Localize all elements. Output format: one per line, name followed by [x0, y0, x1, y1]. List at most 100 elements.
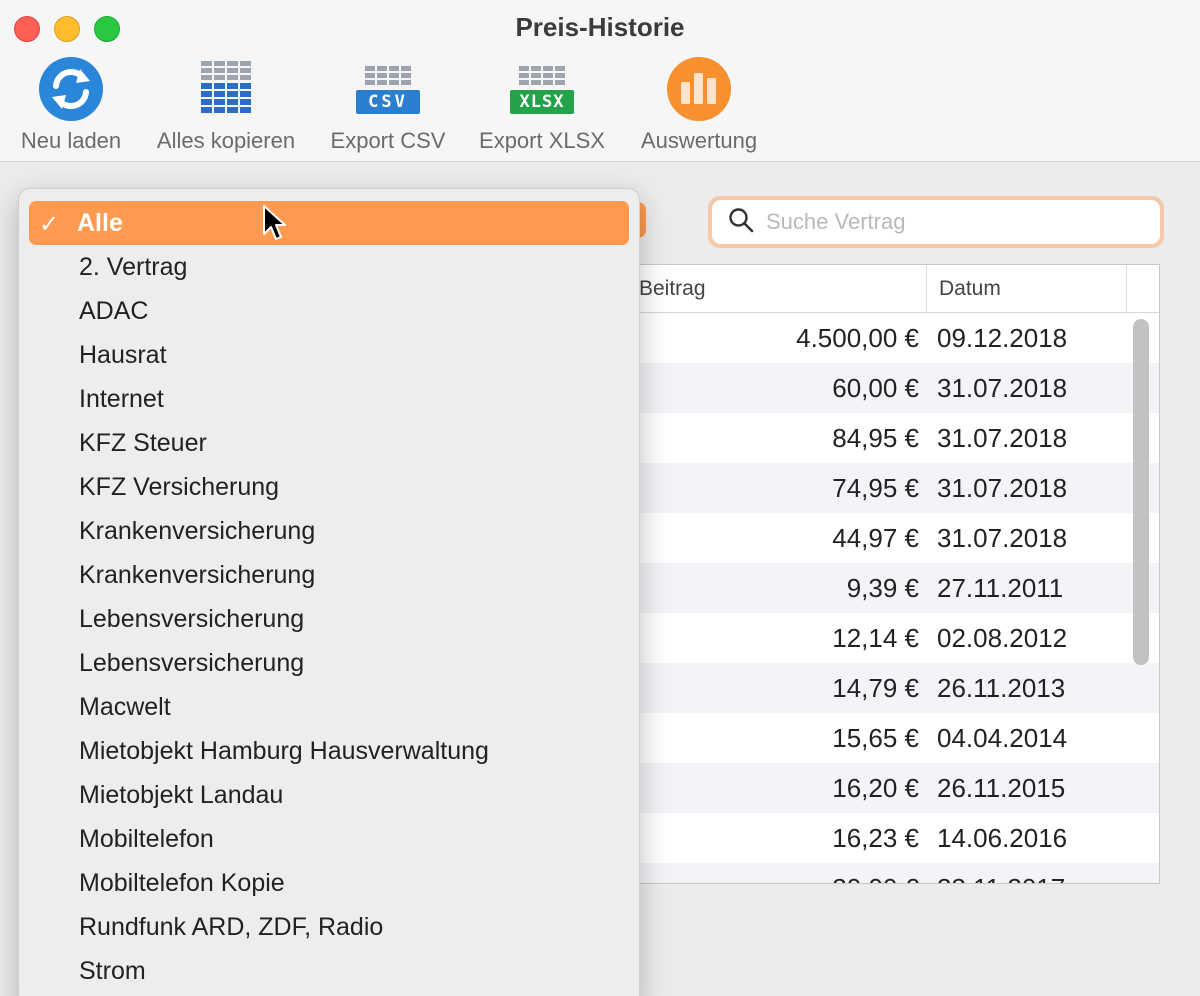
menu-item[interactable]: Internet [29, 377, 629, 421]
table-row[interactable]: 84,95 € 31.07.2018 [621, 413, 1159, 463]
export-xlsx-label: Export XLSX [479, 128, 605, 153]
menu-item[interactable]: Rundfunk ARD, ZDF, Radio [29, 905, 629, 949]
window-title: Preis-Historie [515, 12, 685, 42]
menu-item[interactable]: Krankenversicherung [29, 509, 629, 553]
search-field-inner [712, 200, 1160, 244]
menu-item[interactable]: Krankenversicherung [29, 553, 629, 597]
analysis-button[interactable]: Auswertung [634, 54, 764, 158]
cell-date: 04.04.2014 [937, 722, 1068, 753]
table-body: 4.500,00 €09.12.2018 60,00 €31.07.2018 84,… [621, 313, 1159, 884]
table-row[interactable]: 44,97 € 31.07.2018 [621, 513, 1159, 563]
table-row[interactable]: 20,00 €23.11.2017 [621, 863, 1159, 884]
refresh-icon [36, 54, 106, 124]
cell-amount: 4.500,00 € [796, 322, 919, 353]
cell-amount: 60,00 € [832, 372, 919, 403]
xlsx-file-icon: XLSX [507, 54, 577, 124]
menu-item[interactable]: Hausrat [29, 333, 629, 377]
column-header-amount[interactable]: Beitrag [621, 265, 927, 312]
menu-item-label: Hausrat [79, 340, 167, 369]
menu-item[interactable]: KFZ Versicherung [29, 465, 629, 509]
mouse-pointer-icon [262, 204, 288, 244]
table-row[interactable]: 9,39 € 27.11.2011 [621, 563, 1159, 613]
table-row[interactable]: 12,14 € 02.08.2012 [621, 613, 1159, 663]
menu-item[interactable]: Mietobjekt Landau [29, 773, 629, 817]
cell-date: 26.11.2013 [937, 672, 1066, 703]
cell-date: 31.07.2018 [937, 472, 1068, 503]
bar-chart-icon [664, 54, 734, 124]
cell-date: 14.06.2016 [937, 822, 1068, 853]
menu-item-label: Macwelt [79, 692, 171, 721]
search-field [708, 196, 1164, 248]
menu-item[interactable]: ✓ Alle [29, 201, 629, 245]
menu-item[interactable]: Lebensversicherung [29, 597, 629, 641]
menu-item[interactable]: 2. Vertrag [29, 245, 629, 289]
table-row[interactable]: 4.500,00 € 09.12.2018 [621, 313, 1159, 363]
table-row[interactable]: 15,65 € 04.04.2014 [621, 713, 1159, 763]
cell-amount: 9,39 € [846, 572, 919, 603]
cell-date: 09.12.2018 [937, 322, 1068, 353]
csv-badge: CSV [356, 90, 420, 114]
menu-item-label: Rundfunk ARD, ZDF, Radio [79, 912, 384, 941]
table-grid-icon [191, 54, 261, 124]
cell-date: 27.11.2011 [937, 572, 1064, 603]
magnifier-icon [728, 207, 754, 238]
menu-item-label: Mietobjekt Landau [79, 780, 284, 809]
menu-item-label: Alle [77, 208, 123, 237]
export-csv-label: Export CSV [330, 128, 446, 153]
title-bar: Preis-Historie Neu laden Alles kopieren … [0, 0, 1200, 162]
cell-amount: 44,97 € [832, 522, 919, 553]
cell-amount: 74,95 € [832, 472, 919, 503]
vertical-scrollbar[interactable] [1133, 319, 1149, 665]
cell-date: 23.11.2017 [919, 873, 1065, 884]
cell-amount: 14,79 € [832, 672, 919, 703]
menu-item-label: Krankenversicherung [79, 560, 316, 589]
menu-item-label: Krankenversicherung [79, 516, 316, 545]
cell-amount: 20,00 € [621, 873, 919, 884]
preis-historie-window: Preis-Historie Neu laden Alles kopieren … [0, 0, 1200, 996]
menu-item-label: Mietobjekt Hamburg Hausverwaltung [79, 736, 489, 765]
menu-item[interactable]: Mobiltelefon Kopie [29, 861, 629, 905]
copy-all-label: Alles kopieren [156, 128, 296, 153]
menu-item[interactable]: Lebensversicherung [29, 641, 629, 685]
menu-item[interactable]: Mietobjekt Hamburg Hausverwaltung [29, 729, 629, 773]
cell-date: 02.08.2012 [937, 622, 1068, 653]
menu-item[interactable]: KFZ Steuer [29, 421, 629, 465]
search-input[interactable] [766, 209, 1146, 235]
menu-item-label: Lebensversicherung [79, 604, 305, 633]
cell-date: 26.11.2015 [937, 772, 1066, 803]
price-history-table: Beitrag Datum 4.500,00 € 09.12.2018 60,00 … [620, 264, 1160, 884]
menu-item-label: Lebensversicherung [79, 648, 305, 677]
cell-date: 31.07.2018 [937, 372, 1068, 403]
column-header-date[interactable]: Datum [927, 265, 1127, 312]
xlsx-badge: XLSX [510, 90, 574, 114]
table-row[interactable]: 74,95 € 31.07.2018 [621, 463, 1159, 513]
table-row[interactable]: 14,79 € 26.11.2013 [621, 663, 1159, 713]
table-row[interactable]: 16,20 € 26.11.2015 [621, 763, 1159, 813]
menu-item-label: Internet [79, 384, 164, 413]
menu-item-label: Mobiltelefon [79, 824, 214, 853]
export-csv-button[interactable]: CSV Export CSV [326, 54, 450, 158]
menu-item-label: 2. Vertrag [79, 252, 188, 281]
cell-amount: 12,14 € [832, 622, 919, 653]
menu-item-label: Strom [79, 956, 146, 985]
cell-amount: 84,95 € [832, 422, 919, 453]
analysis-label: Auswertung [640, 128, 758, 153]
checkmark-icon: ✓ [39, 211, 60, 238]
reload-label: Neu laden [20, 128, 122, 153]
export-xlsx-button[interactable]: XLSX Export XLSX [474, 54, 610, 158]
cell-amount: 15,65 € [832, 722, 919, 753]
menu-item[interactable]: Mobiltelefon [29, 817, 629, 861]
cell-date: 31.07.2018 [937, 422, 1068, 453]
csv-file-icon: CSV [353, 54, 423, 124]
table-row[interactable]: 60,00 € 31.07.2018 [621, 363, 1159, 413]
cell-amount: 16,23 € [832, 822, 919, 853]
reload-button[interactable]: Neu laden [16, 54, 126, 158]
copy-all-button[interactable]: Alles kopieren [150, 54, 302, 158]
contract-filter-menu: ✓ Alle 2. Vertrag ADAC Hausrat Internet KFZ St… [18, 188, 640, 996]
menu-item[interactable]: Macwelt [29, 685, 629, 729]
menu-item[interactable]: Strom [29, 949, 629, 993]
cell-date: 31.07.2018 [937, 522, 1068, 553]
menu-item-label: KFZ Steuer [79, 428, 207, 457]
menu-item[interactable]: ADAC [29, 289, 629, 333]
table-row[interactable]: 16,23 € 14.06.2016 [621, 813, 1159, 863]
